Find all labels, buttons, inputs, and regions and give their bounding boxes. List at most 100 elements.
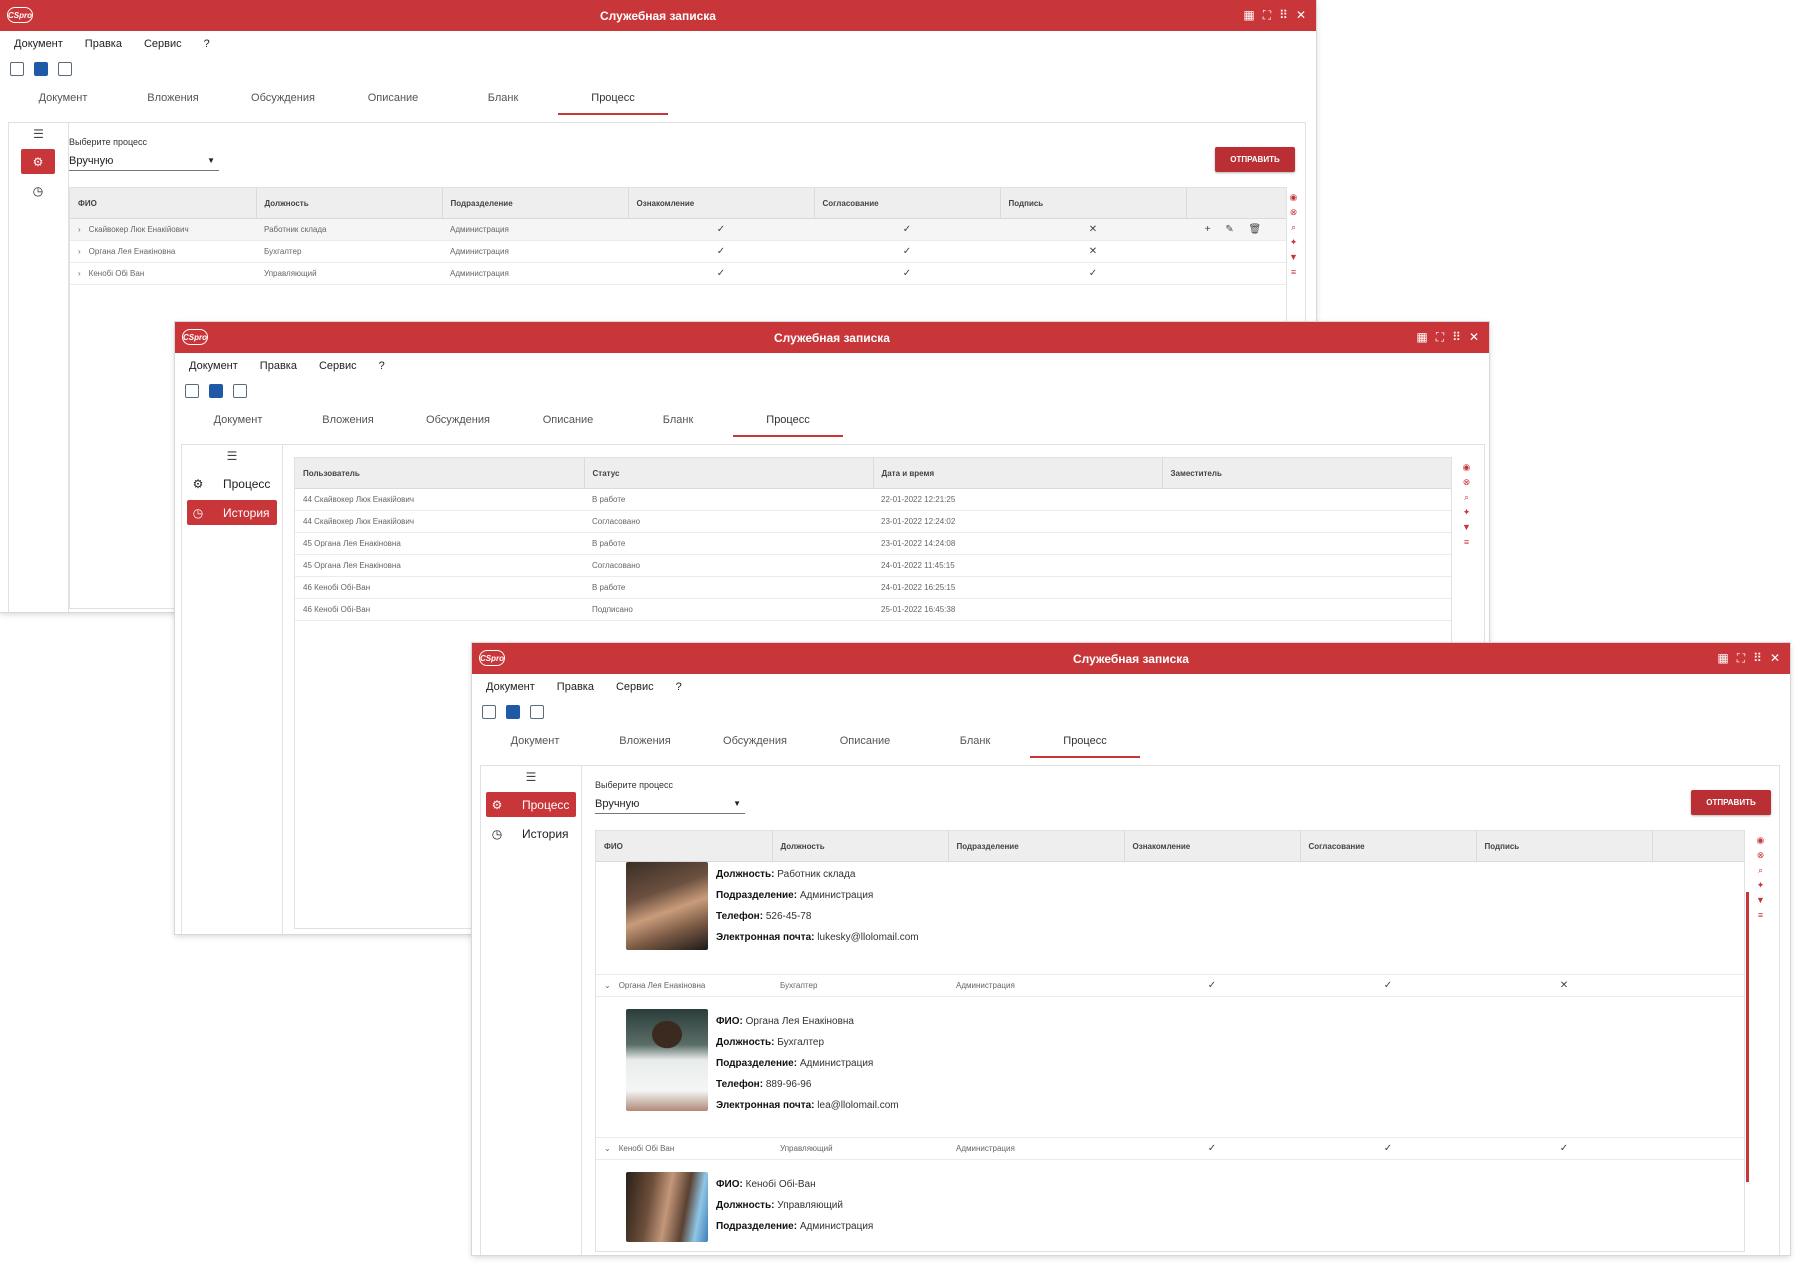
- sign-check[interactable]: ✓: [1000, 262, 1186, 285]
- sort-icon[interactable]: ≡: [1291, 268, 1296, 277]
- approve-check[interactable]: ✓: [1300, 975, 1476, 997]
- list-icon[interactable]: ☰: [182, 445, 282, 467]
- exit-icon[interactable]: [58, 62, 72, 76]
- search-icon[interactable]: ⌕: [1291, 223, 1296, 232]
- menu-help[interactable]: ?: [676, 681, 682, 693]
- menu-service[interactable]: Сервис: [319, 360, 357, 372]
- col-approve[interactable]: Согласование: [814, 188, 1001, 219]
- sidebar-item-history[interactable]: ◷: [21, 178, 55, 203]
- save-icon[interactable]: [34, 62, 48, 76]
- chevron-down-icon[interactable]: ⌄: [604, 1144, 611, 1153]
- familiarize-check[interactable]: ✓: [1124, 975, 1300, 997]
- expand-icon[interactable]: ⛶: [1737, 649, 1745, 667]
- filter-icon[interactable]: ▼: [1462, 523, 1471, 532]
- sort-icon[interactable]: ≡: [1758, 911, 1763, 920]
- tab-form[interactable]: Бланк: [623, 414, 733, 437]
- col-familiarize[interactable]: Ознакомление: [628, 188, 815, 219]
- eye-icon[interactable]: ◉: [1463, 463, 1471, 472]
- col-position[interactable]: Должность: [256, 188, 443, 219]
- table-row[interactable]: › Органа Лея Енакіновна Бухгалтер Админис…: [70, 240, 1286, 263]
- reset-icon[interactable]: ⊗: [1290, 208, 1298, 217]
- col-fio[interactable]: ФИО: [596, 831, 773, 862]
- tab-description[interactable]: Описание: [810, 735, 920, 758]
- close-icon[interactable]: ✕: [1770, 649, 1780, 667]
- sign-check[interactable]: ✕: [1000, 218, 1186, 241]
- tab-attachments[interactable]: Вложения: [590, 735, 700, 758]
- tab-discussions[interactable]: Обсуждения: [403, 414, 513, 437]
- close-icon[interactable]: ✕: [1296, 6, 1306, 24]
- send-button[interactable]: ОТПРАВИТЬ: [1691, 790, 1771, 815]
- col-dept[interactable]: Подразделение: [948, 831, 1125, 862]
- print-icon[interactable]: [10, 62, 24, 76]
- dots-icon[interactable]: ⠿: [1452, 328, 1461, 346]
- chevron-right-icon[interactable]: ›: [78, 247, 81, 256]
- menu-edit[interactable]: Правка: [557, 681, 594, 693]
- col-sign[interactable]: Подпись: [1000, 188, 1187, 219]
- save-icon[interactable]: [506, 705, 520, 719]
- menu-edit[interactable]: Правка: [260, 360, 297, 372]
- tab-document[interactable]: Документ: [183, 414, 293, 437]
- table-row[interactable]: › Скайвокер Люк Енакійович Работник склад…: [70, 218, 1286, 241]
- filter-icon[interactable]: ▼: [1289, 253, 1298, 262]
- table-row[interactable]: › Кенобі Обі Ван Управляющий Администраци…: [70, 262, 1286, 285]
- familiarize-check[interactable]: ✓: [628, 240, 814, 263]
- approve-check[interactable]: ✓: [814, 240, 1000, 263]
- col-deputy[interactable]: Заместитель: [1162, 458, 1451, 489]
- scrollbar[interactable]: [1746, 892, 1749, 1182]
- reset-icon[interactable]: ⊗: [1757, 851, 1765, 860]
- sign-check[interactable]: ✕: [1476, 975, 1652, 997]
- grid-icon[interactable]: ▦: [1717, 649, 1728, 667]
- familiarize-check[interactable]: ✓: [628, 218, 814, 241]
- pin-icon[interactable]: ✦: [1463, 508, 1471, 517]
- col-user[interactable]: Пользователь: [295, 458, 585, 489]
- exit-icon[interactable]: [233, 384, 247, 398]
- table-row[interactable]: 44 Скайвокер Люк Енакійович Согласовано 23…: [295, 510, 1451, 533]
- tab-form[interactable]: Бланк: [920, 735, 1030, 758]
- sign-check[interactable]: ✕: [1000, 240, 1186, 263]
- tab-process[interactable]: Процесс: [558, 92, 668, 115]
- table-row[interactable]: 46 Кенобі Обі-Ван В работе 24-01-2022 16:2…: [295, 576, 1451, 599]
- chevron-down-icon[interactable]: ⌄: [604, 981, 611, 990]
- menu-document[interactable]: Документ: [486, 681, 535, 693]
- tab-discussions[interactable]: Обсуждения: [700, 735, 810, 758]
- send-button[interactable]: ОТПРАВИТЬ: [1215, 147, 1295, 172]
- expand-icon[interactable]: ⛶: [1436, 328, 1444, 346]
- menu-edit[interactable]: Правка: [85, 38, 122, 50]
- pin-icon[interactable]: ✦: [1290, 238, 1298, 247]
- col-status[interactable]: Статус: [584, 458, 874, 489]
- process-select[interactable]: Вручную ▼: [69, 152, 219, 171]
- approve-check[interactable]: ✓: [1300, 1138, 1476, 1160]
- row-actions[interactable]: + ✎ 🗑: [1186, 218, 1286, 241]
- col-dept[interactable]: Подразделение: [442, 188, 629, 219]
- menu-document[interactable]: Документ: [14, 38, 63, 50]
- menu-help[interactable]: ?: [379, 360, 385, 372]
- sidebar-item-history[interactable]: ◷ История: [486, 821, 576, 846]
- menu-service[interactable]: Сервис: [144, 38, 182, 50]
- grid-icon[interactable]: ▦: [1243, 6, 1254, 24]
- menu-service[interactable]: Сервис: [616, 681, 654, 693]
- col-familiarize[interactable]: Ознакомление: [1124, 831, 1301, 862]
- familiarize-check[interactable]: ✓: [1124, 1138, 1300, 1160]
- grid-icon[interactable]: ▦: [1416, 328, 1427, 346]
- col-fio[interactable]: ФИО: [70, 188, 257, 219]
- chevron-right-icon[interactable]: ›: [78, 269, 81, 278]
- search-icon[interactable]: ⌕: [1758, 866, 1763, 875]
- menu-document[interactable]: Документ: [189, 360, 238, 372]
- sort-icon[interactable]: ≡: [1464, 538, 1469, 547]
- sidebar-item-process[interactable]: ⚙ Процесс: [187, 471, 277, 496]
- col-datetime[interactable]: Дата и время: [873, 458, 1163, 489]
- sidebar-item-history[interactable]: ◷ История: [187, 500, 277, 525]
- tab-attachments[interactable]: Вложения: [293, 414, 403, 437]
- table-row[interactable]: 45 Органа Лея Енакіновна Согласовано 24-01…: [295, 554, 1451, 577]
- sidebar-item-process[interactable]: ⚙ Процесс: [486, 792, 576, 817]
- print-icon[interactable]: [482, 705, 496, 719]
- col-approve[interactable]: Согласование: [1300, 831, 1477, 862]
- expand-icon[interactable]: ⛶: [1263, 6, 1271, 24]
- tab-description[interactable]: Описание: [338, 92, 448, 115]
- search-icon[interactable]: ⌕: [1464, 493, 1469, 502]
- tab-description[interactable]: Описание: [513, 414, 623, 437]
- list-icon[interactable]: ☰: [9, 123, 68, 145]
- pin-icon[interactable]: ✦: [1757, 881, 1765, 890]
- list-icon[interactable]: ☰: [481, 766, 581, 788]
- save-icon[interactable]: [209, 384, 223, 398]
